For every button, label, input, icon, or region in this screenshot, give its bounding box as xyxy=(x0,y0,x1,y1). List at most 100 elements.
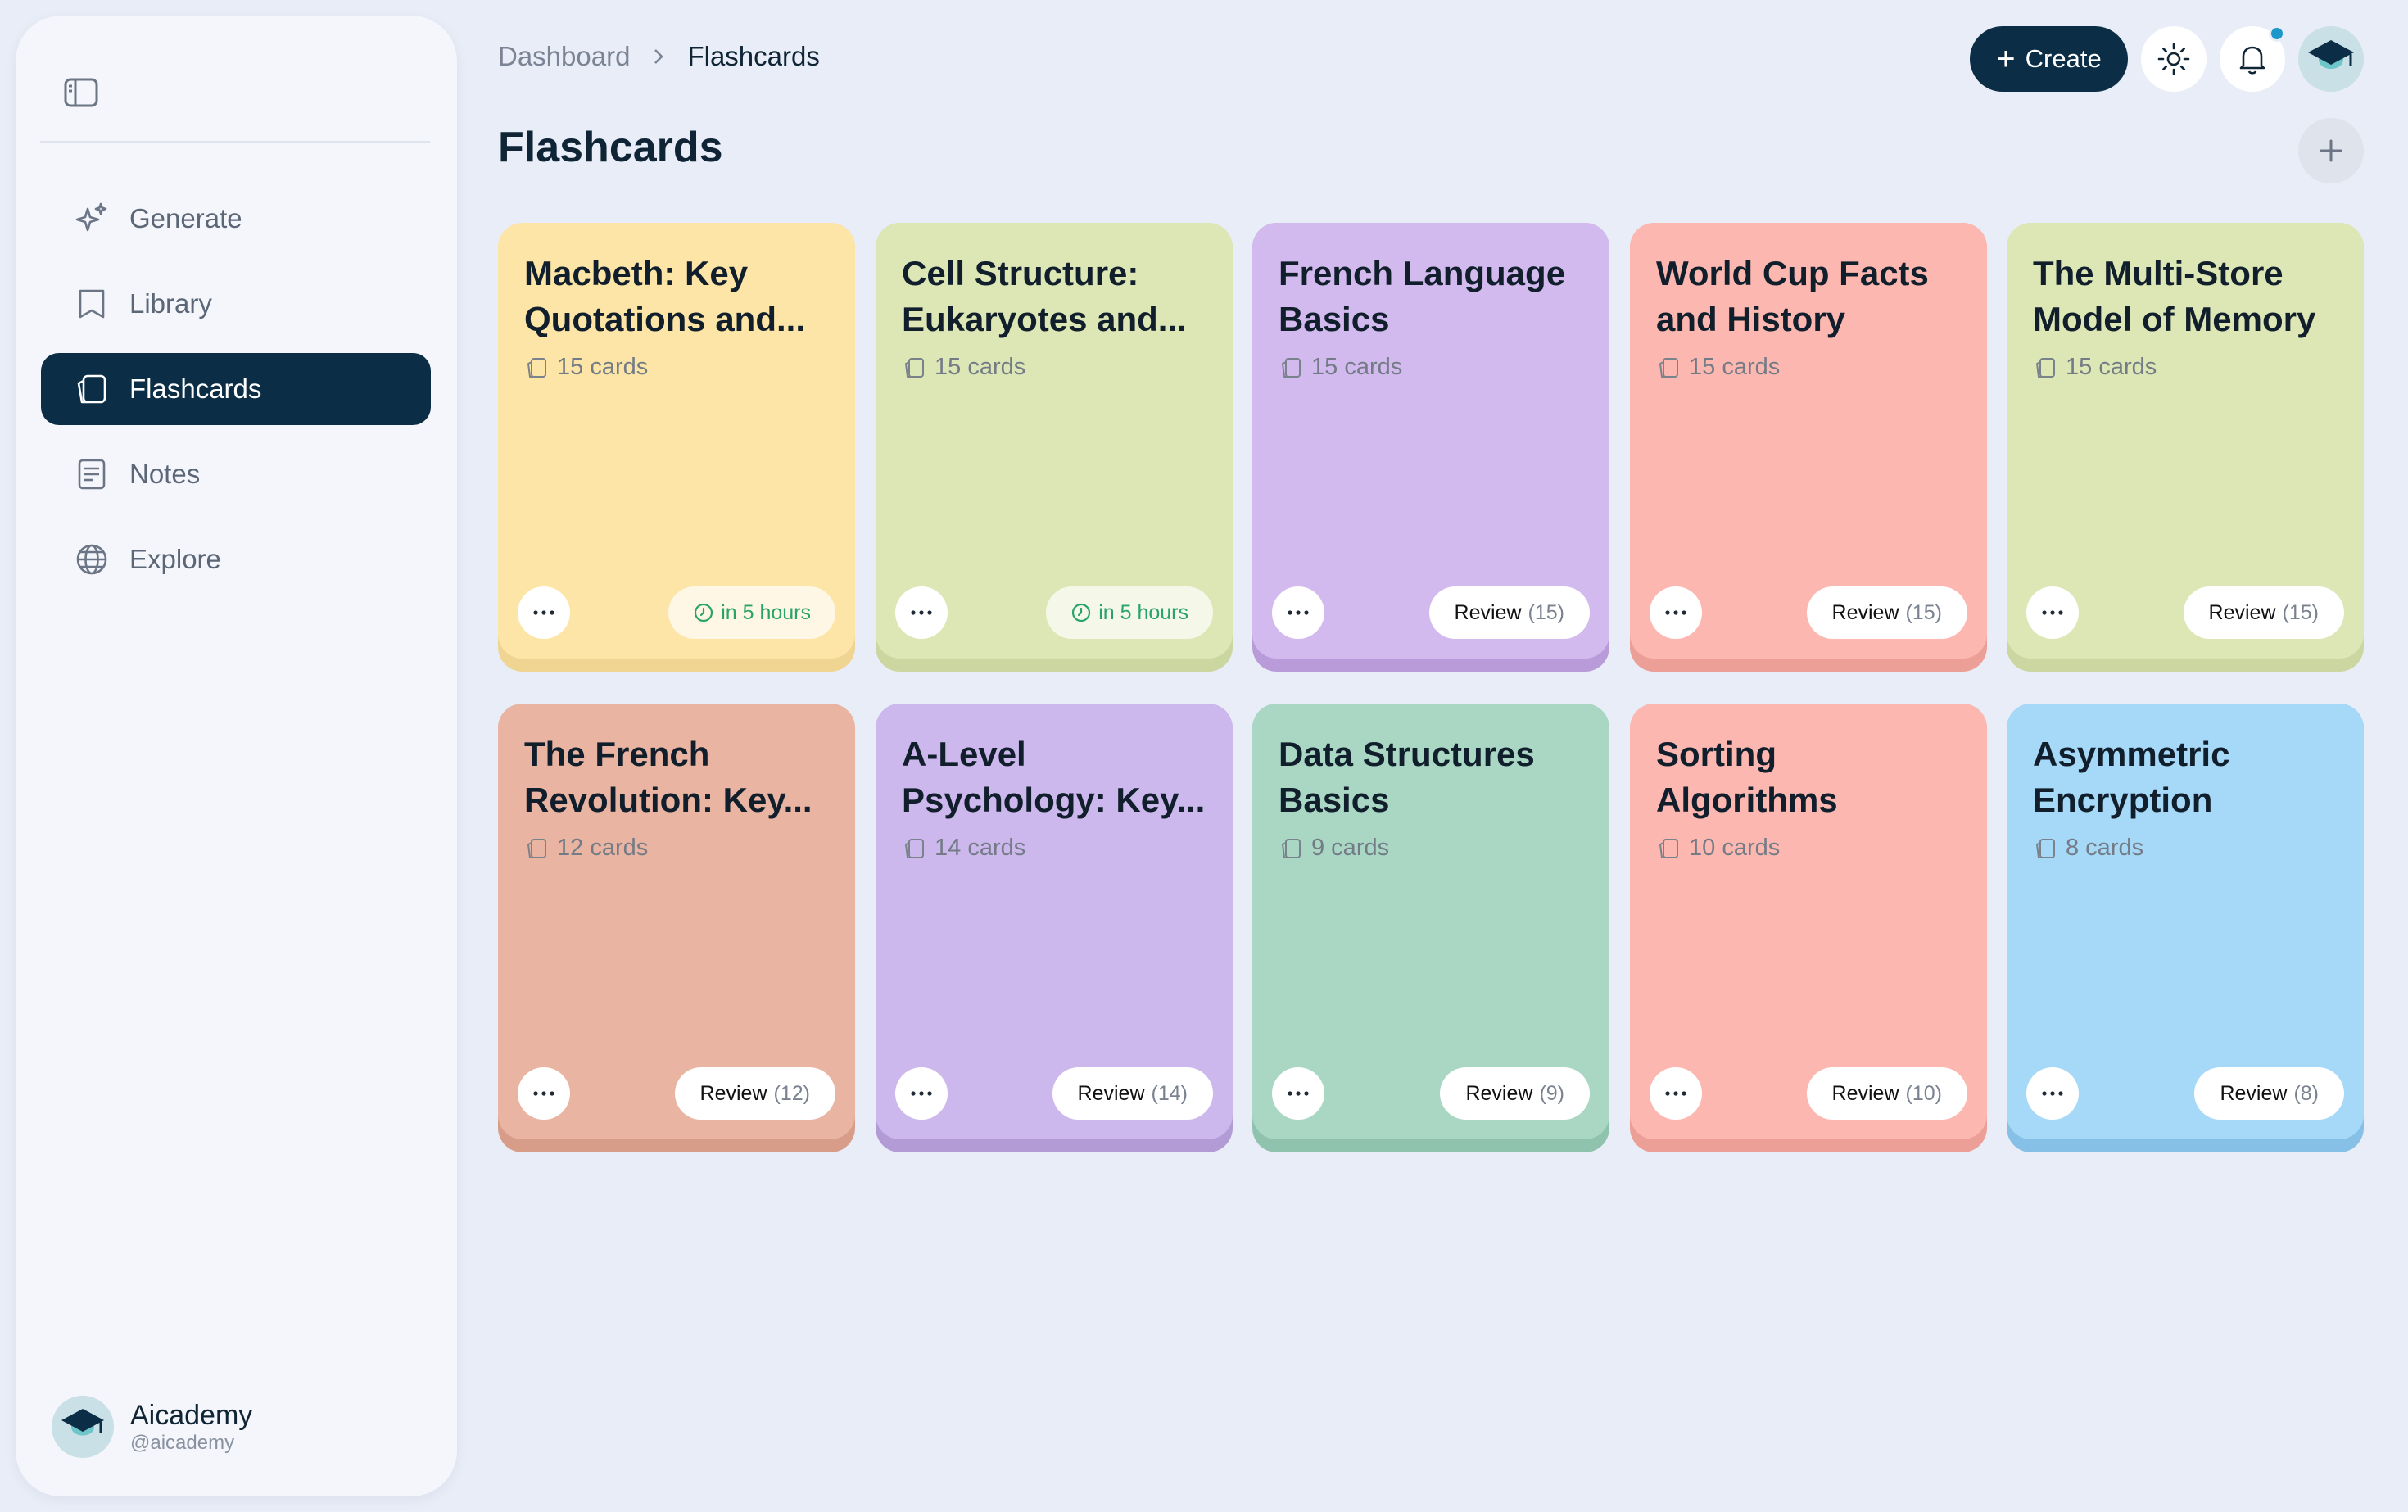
deck-review-button[interactable]: Review (15) xyxy=(1428,586,1590,639)
flashcard-deck-card[interactable]: A-Level Psychology: Key... 14 cards Review… xyxy=(876,704,1233,1152)
deck-due-badge: in 5 hours xyxy=(1046,586,1213,639)
sidebar-item-library[interactable]: Library xyxy=(41,268,431,340)
sidebar-item-generate[interactable]: Generate xyxy=(41,183,431,255)
chevron-right-icon xyxy=(646,44,671,69)
review-label: Review xyxy=(1465,1081,1533,1105)
flashcard-deck-card[interactable]: Macbeth: Key Quotations and... 15 cards in… xyxy=(498,223,855,672)
flashcard-deck-card[interactable]: World Cup Facts and History 15 cards Revie… xyxy=(1630,223,1987,672)
cards-icon xyxy=(902,355,926,380)
cards-icon xyxy=(902,836,926,861)
deck-more-button[interactable] xyxy=(518,586,570,639)
sidebar-toggle-button[interactable] xyxy=(57,68,106,117)
deck-card-count: 15 cards xyxy=(2033,354,2338,381)
deck-review-button[interactable]: Review (12) xyxy=(674,1067,835,1120)
deck-review-button[interactable]: Review (15) xyxy=(1806,586,1967,639)
cards-icon xyxy=(1656,355,1681,380)
deck-due-label: in 5 hours xyxy=(1098,600,1188,624)
flashcard-deck-card[interactable]: Data Structures Basics 9 cards Review (9) xyxy=(1252,704,1609,1152)
deck-card-count-label: 15 cards xyxy=(557,354,649,380)
deck-card-count-label: 15 cards xyxy=(2066,354,2157,380)
deck-card-count: 14 cards xyxy=(902,835,1206,862)
flashcard-deck-card[interactable]: French Language Basics 15 cards Review (15) xyxy=(1252,223,1609,672)
deck-card-count-label: 12 cards xyxy=(557,835,649,861)
more-horizontal-icon xyxy=(1288,610,1309,615)
deck-review-button[interactable]: Review (9) xyxy=(1440,1067,1590,1120)
sun-icon xyxy=(2157,43,2190,75)
deck-more-button[interactable] xyxy=(2026,1067,2079,1120)
more-horizontal-icon xyxy=(2042,610,2063,615)
cards-icon xyxy=(2033,836,2057,861)
deck-more-button[interactable] xyxy=(1272,586,1324,639)
review-count: (10) xyxy=(1905,1081,1942,1105)
review-count: (15) xyxy=(2282,600,2319,624)
add-deck-button[interactable] xyxy=(2298,118,2364,183)
deck-card-count-label: 10 cards xyxy=(1689,835,1781,861)
cards-icon xyxy=(1656,836,1681,861)
deck-card-face: French Language Basics 15 cards Review (15) xyxy=(1252,223,1609,659)
deck-card-count-label: 15 cards xyxy=(1689,354,1781,380)
review-label: Review xyxy=(1077,1081,1145,1105)
deck-more-button[interactable] xyxy=(518,1067,570,1120)
deck-title: World Cup Facts and History xyxy=(1656,254,1929,338)
globe-icon xyxy=(74,541,110,577)
create-button[interactable]: + Create xyxy=(1970,26,2128,92)
cards-icon xyxy=(1279,836,1303,861)
deck-card-face: The French Revolution: Key... 12 cards Rev… xyxy=(498,704,855,1139)
notes-icon xyxy=(74,456,110,492)
bell-icon xyxy=(2239,46,2265,75)
deck-title: A-Level Psychology: Key... xyxy=(902,735,1206,819)
deck-card-face: World Cup Facts and History 15 cards Revie… xyxy=(1630,223,1987,659)
deck-title: Sorting Algorithms xyxy=(1656,735,1838,819)
deck-more-button[interactable] xyxy=(1272,1067,1324,1120)
flashcard-deck-card[interactable]: The French Revolution: Key... 12 cards Rev… xyxy=(498,704,855,1152)
cards-icon xyxy=(524,836,549,861)
sidebar-item-label: Notes xyxy=(129,459,201,489)
more-horizontal-icon xyxy=(533,1091,554,1096)
deck-review-button[interactable]: Review (14) xyxy=(1052,1067,1213,1120)
cards-icon xyxy=(524,355,549,380)
breadcrumb-dashboard-link[interactable]: Dashboard xyxy=(498,41,630,72)
profile-avatar-button[interactable] xyxy=(2298,26,2364,92)
flashcard-deck-card[interactable]: Cell Structure: Eukaryotes and... 15 card… xyxy=(876,223,1233,672)
deck-card-count-label: 15 cards xyxy=(1311,354,1403,380)
cards-icon xyxy=(1279,355,1303,380)
review-label: Review xyxy=(1454,600,1522,624)
graduation-cap-icon xyxy=(2298,26,2364,92)
sidebar-item-label: Generate xyxy=(129,203,242,233)
cards-icon xyxy=(2033,355,2057,380)
deck-card-count: 12 cards xyxy=(524,835,829,862)
deck-card-count: 15 cards xyxy=(1656,354,1961,381)
deck-card-face: Asymmetric Encryption 8 cards Review (8) xyxy=(2007,704,2364,1139)
deck-more-button[interactable] xyxy=(1650,586,1702,639)
flashcard-deck-card[interactable]: Asymmetric Encryption 8 cards Review (8) xyxy=(2007,704,2364,1152)
sidebar-item-flashcards[interactable]: Flashcards xyxy=(41,353,431,425)
review-label: Review xyxy=(2208,600,2276,624)
user-profile[interactable]: Aicademy @aicademy xyxy=(52,1396,252,1458)
deck-more-button[interactable] xyxy=(1650,1067,1702,1120)
deck-title: Macbeth: Key Quotations and... xyxy=(524,254,805,338)
deck-review-button[interactable]: Review (8) xyxy=(2194,1067,2344,1120)
deck-more-button[interactable] xyxy=(895,1067,948,1120)
avatar xyxy=(52,1396,114,1458)
sidebar-item-explore[interactable]: Explore xyxy=(41,523,431,595)
deck-card-count-label: 9 cards xyxy=(1311,835,1390,861)
plus-icon: + xyxy=(1996,41,2016,77)
plus-icon xyxy=(2320,139,2342,162)
deck-review-button[interactable]: Review (15) xyxy=(2183,586,2344,639)
deck-more-button[interactable] xyxy=(2026,586,2079,639)
flashcard-deck-card[interactable]: The Multi-Store Model of Memory 15 cards R… xyxy=(2007,223,2364,672)
more-horizontal-icon xyxy=(2042,1091,2063,1096)
notification-badge xyxy=(2269,25,2285,42)
more-horizontal-icon xyxy=(533,610,554,615)
deck-title: French Language Basics xyxy=(1279,254,1566,338)
flashcard-deck-card[interactable]: Sorting Algorithms 10 cards Review (10) xyxy=(1630,704,1987,1152)
deck-review-button[interactable]: Review (10) xyxy=(1806,1067,1967,1120)
review-count: (9) xyxy=(1539,1081,1564,1105)
create-button-label: Create xyxy=(2025,44,2102,73)
deck-more-button[interactable] xyxy=(895,586,948,639)
more-horizontal-icon xyxy=(1665,610,1686,615)
sidebar-item-label: Flashcards xyxy=(129,373,262,404)
theme-toggle-button[interactable] xyxy=(2141,26,2207,92)
sidebar-item-notes[interactable]: Notes xyxy=(41,438,431,510)
deck-title: The French Revolution: Key... xyxy=(524,735,812,819)
